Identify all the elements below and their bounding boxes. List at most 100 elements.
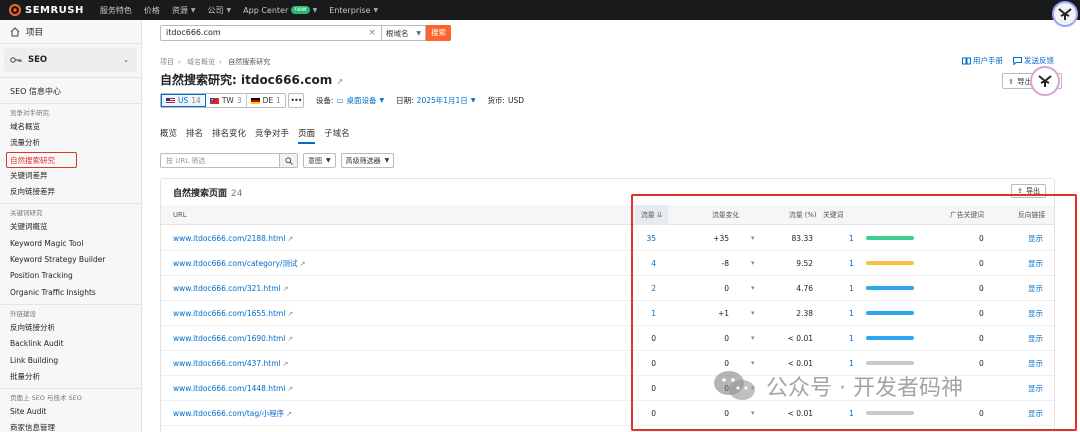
sidebar-item-listing-management[interactable]: 商家信息管理 xyxy=(0,420,141,432)
database-de[interactable]: DE 1 xyxy=(247,94,285,107)
external-link-icon[interactable]: ↗ xyxy=(283,360,289,368)
sidebar-item-site-audit[interactable]: Site Audit xyxy=(0,404,141,420)
page-url-link[interactable]: www.itdoc666.com/1655.html ↗ xyxy=(173,301,293,326)
send-feedback-link[interactable]: 发送反馈 xyxy=(1013,55,1054,66)
tab-pages[interactable]: 页面 xyxy=(298,127,316,144)
external-link-icon[interactable]: ↗ xyxy=(283,285,289,293)
external-link-icon[interactable]: ↗ xyxy=(287,335,293,343)
keywords-value[interactable]: 1 xyxy=(849,251,854,276)
breadcrumb-item[interactable]: 域名概览 xyxy=(187,58,215,66)
filter-icon[interactable]: ▾ xyxy=(751,351,755,376)
breadcrumb-item[interactable]: 项目 xyxy=(160,58,174,66)
page-url-link[interactable]: www.itdoc666.com/tag/小程序 ↗ xyxy=(173,401,292,426)
backlinks-show-link[interactable]: 显示 xyxy=(1028,276,1043,301)
filter-icon[interactable]: ▾ xyxy=(751,251,755,276)
keywords-value[interactable]: 1 xyxy=(849,276,854,301)
database-us[interactable]: US 14 xyxy=(161,94,206,107)
sidebar-item-link-building[interactable]: Link Building xyxy=(0,353,141,369)
floating-assistant-badge[interactable] xyxy=(1030,66,1060,96)
keywords-value[interactable]: 1 xyxy=(849,301,854,326)
page-url-link[interactable]: www.itdoc666.com/1690.html ↗ xyxy=(173,326,293,351)
sidebar-item-domain-overview[interactable]: 域名概览 xyxy=(0,119,141,135)
nav-enterprise[interactable]: Enterprise ▼ xyxy=(329,6,378,15)
device-selector[interactable]: 设备: ▭ 桌面设备 ▼ xyxy=(316,95,384,106)
tab-position-changes[interactable]: 排名变化 xyxy=(212,127,246,144)
keywords-value[interactable]: 1 xyxy=(849,226,854,251)
column-header-traffic-percent[interactable]: 流量 (%) xyxy=(789,205,817,225)
column-header-url[interactable]: URL xyxy=(173,205,186,225)
export-button[interactable]: ⇪ 导出 xyxy=(1011,184,1046,198)
backlinks-show-link[interactable]: 显示 xyxy=(1028,401,1043,426)
tab-overview[interactable]: 概览 xyxy=(160,127,177,144)
keywords-value[interactable]: 1 xyxy=(849,401,854,426)
backlinks-show-link[interactable]: 显示 xyxy=(1028,226,1043,251)
sidebar-item-projects[interactable]: 项目 xyxy=(0,20,141,44)
sidebar-item-organic-traffic-insights[interactable]: Organic Traffic Insights xyxy=(0,285,141,301)
search-button[interactable]: 搜索 xyxy=(426,25,451,41)
advanced-filters-dropdown[interactable]: 高级筛选器 ▼ xyxy=(340,153,395,168)
nav-features[interactable]: 服务特色 xyxy=(100,5,132,16)
tab-competitors[interactable]: 竞争对手 xyxy=(255,127,289,144)
nav-app-center[interactable]: App Center new ▼ xyxy=(243,6,317,15)
column-header-ad-keywords[interactable]: 广告关键词 xyxy=(950,205,984,225)
external-link-icon[interactable]: ↗ xyxy=(300,260,306,268)
sidebar-item-bulk-analysis[interactable]: 批量分析 xyxy=(0,369,141,385)
page-url-link[interactable]: www.itdoc666.com/2188.html ↗ xyxy=(173,226,293,251)
column-header-traffic[interactable]: 流量 ⇊ xyxy=(635,205,669,225)
external-link-icon[interactable]: ↗ xyxy=(286,410,292,418)
backlinks-show-link[interactable]: 显示 xyxy=(1028,376,1043,401)
external-link-icon[interactable]: ↗ xyxy=(336,77,343,86)
keywords-value[interactable]: 1 xyxy=(849,351,854,376)
column-header-traffic-change[interactable]: 流量变化 xyxy=(712,205,739,225)
domain-scope-select[interactable]: 根域名 ▼ xyxy=(382,25,426,41)
sidebar-item-keyword-magic-tool[interactable]: Keyword Magic Tool xyxy=(0,236,141,252)
page-url-link[interactable]: www.itdoc666.com/321.html ↗ xyxy=(173,276,289,301)
external-link-icon[interactable]: ↗ xyxy=(287,235,293,243)
sidebar-item-backlink-gap[interactable]: 反向链接差异 xyxy=(0,184,141,200)
external-link-icon[interactable]: ↗ xyxy=(287,310,293,318)
sidebar-item-seo[interactable]: SEO ⌄ xyxy=(4,48,137,72)
more-databases-button[interactable]: ••• xyxy=(287,93,304,108)
keywords-value[interactable]: 1 xyxy=(849,326,854,351)
filter-icon[interactable]: ▾ xyxy=(751,401,755,426)
filter-icon[interactable]: ▾ xyxy=(751,376,755,401)
tab-positions[interactable]: 排名 xyxy=(186,127,203,144)
sidebar-item-keyword-strategy-builder[interactable]: Keyword Strategy Builder xyxy=(0,252,141,268)
page-url-link[interactable]: www.itdoc666.com/1448.html ↗ xyxy=(173,376,293,401)
backlinks-show-link[interactable]: 显示 xyxy=(1028,301,1043,326)
filter-icon[interactable]: ▾ xyxy=(751,301,755,326)
user-manual-link[interactable]: 用户手册 xyxy=(962,55,1003,66)
external-link-icon[interactable]: ↗ xyxy=(287,385,293,393)
page-url-link[interactable]: www.itdoc666.com/category/测试 ↗ xyxy=(173,251,305,276)
traffic-value[interactable]: 1 xyxy=(651,301,656,326)
column-header-keywords[interactable]: 关键词 xyxy=(823,205,843,225)
url-filter-search-button[interactable] xyxy=(279,154,297,167)
date-selector[interactable]: 日期: 2025年1月1日 ▼ xyxy=(396,95,475,106)
sidebar-item-position-tracking[interactable]: Position Tracking xyxy=(0,268,141,284)
sidebar-item-traffic-analytics[interactable]: 流量分析 xyxy=(0,135,141,151)
tab-subdomains[interactable]: 子域名 xyxy=(324,127,350,144)
traffic-value[interactable]: 4 xyxy=(651,251,656,276)
sidebar-item-keyword-gap[interactable]: 关键词差异 xyxy=(0,168,141,184)
sidebar-item-backlink-audit[interactable]: Backlink Audit xyxy=(0,336,141,352)
column-header-backlinks[interactable]: 反向链接 xyxy=(1018,205,1045,225)
nav-resources[interactable]: 资源 ▼ xyxy=(172,5,196,16)
database-tw[interactable]: TW 3 xyxy=(206,94,247,107)
backlinks-show-link[interactable]: 显示 xyxy=(1028,351,1043,376)
sidebar-item-backlink-analytics[interactable]: 反向链接分析 xyxy=(0,320,141,336)
page-url-link[interactable]: www.itdoc666.com/437.html ↗ xyxy=(173,351,289,376)
backlinks-show-link[interactable]: 显示 xyxy=(1028,251,1043,276)
traffic-value[interactable]: 2 xyxy=(651,276,656,301)
nav-pricing[interactable]: 价格 xyxy=(144,5,160,16)
sidebar-item-seo-dashboard[interactable]: SEO 信息中心 xyxy=(0,83,141,101)
url-filter-input[interactable]: 按 URL 筛选 xyxy=(161,154,279,167)
traffic-value[interactable]: 35 xyxy=(646,226,656,251)
clear-icon[interactable]: × xyxy=(368,26,376,40)
filter-icon[interactable]: ▾ xyxy=(751,276,755,301)
sidebar-item-organic-research[interactable]: 自然搜索研究 xyxy=(6,151,77,168)
semrush-logo[interactable]: SEMRUSH xyxy=(8,4,84,16)
filter-icon[interactable]: ▾ xyxy=(751,326,755,351)
intent-filter-dropdown[interactable]: 意图 ▼ xyxy=(303,153,336,168)
filter-icon[interactable]: ▾ xyxy=(751,226,755,251)
backlinks-show-link[interactable]: 显示 xyxy=(1028,326,1043,351)
